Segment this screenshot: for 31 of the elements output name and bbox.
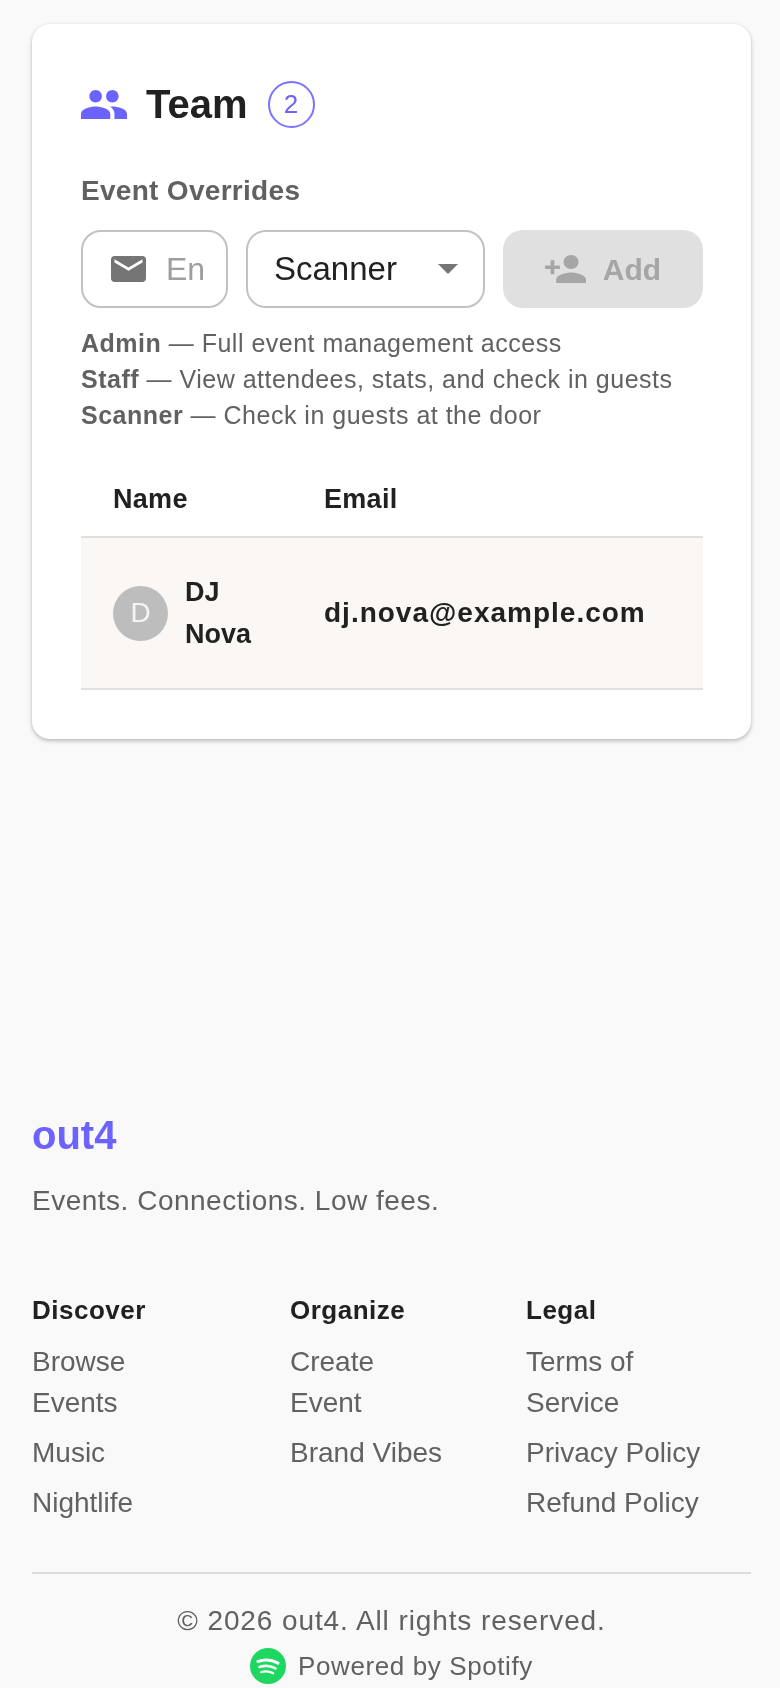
role-description: Scanner — Check in guests at the door: [81, 400, 543, 431]
brand-name: out4: [32, 1113, 118, 1157]
logo-icon: [250, 1648, 287, 1684]
footer-link[interactable]: Nightlife: [32, 1482, 134, 1523]
role-select[interactable]: Scanner: [246, 230, 485, 308]
add-person-icon: [544, 255, 586, 283]
footer-link[interactable]: Brand Vibes: [290, 1432, 443, 1473]
section-label: Event Overrides: [81, 174, 302, 208]
footer-link[interactable]: Terms of Service: [526, 1341, 726, 1423]
email-field[interactable]: En: [81, 230, 228, 308]
member-email: dj.nova@example.com: [324, 597, 646, 628]
footer-link[interactable]: Browse Events: [32, 1341, 212, 1423]
caret-icon: [438, 264, 458, 274]
copyright-text: © 2026 out4. All rights reserved.: [176, 1604, 607, 1638]
people-icon: [81, 89, 127, 119]
role-description: Admin — Full event management access: [81, 328, 563, 359]
footer-heading: Organize: [290, 1294, 407, 1327]
footer-link[interactable]: Create Event: [290, 1341, 448, 1423]
tagline: Events. Connections. Low fees.: [32, 1184, 441, 1218]
footer-link[interactable]: Refund Policy: [526, 1482, 699, 1523]
footer-heading: Legal: [526, 1294, 598, 1327]
avatar: D: [113, 585, 168, 641]
footer-link[interactable]: Privacy Policy: [526, 1432, 701, 1473]
panel-title: Team: [146, 81, 248, 128]
powered-by-text: Powered by Spotify: [298, 1650, 533, 1683]
member-count-badge: 2: [267, 80, 315, 128]
role-description: Staff — View attendees, stats, and check in guests: [81, 364, 674, 395]
member-name: DJ Nova: [185, 576, 253, 651]
footer-link[interactable]: Music: [32, 1432, 106, 1473]
mail-icon: [111, 256, 146, 282]
footer-heading: Discover: [32, 1294, 147, 1327]
